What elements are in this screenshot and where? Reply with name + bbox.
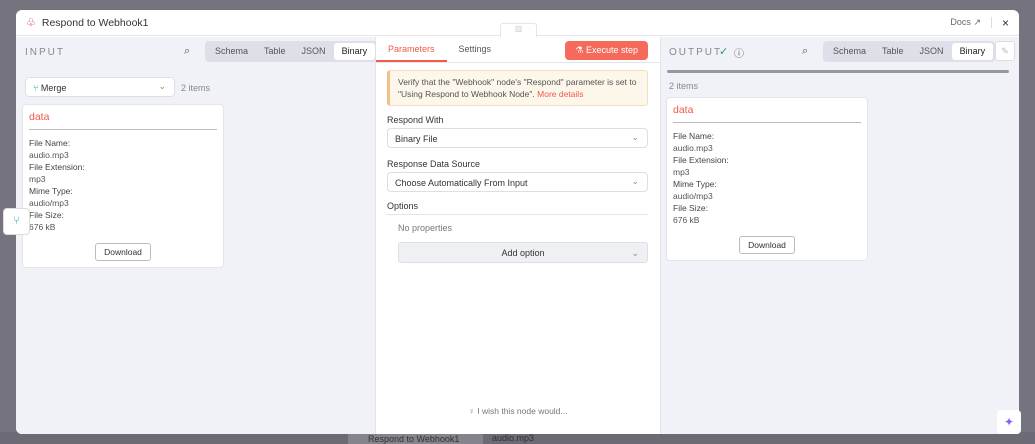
add-option-label: Add option <box>501 248 545 258</box>
respond-with-value: Binary File <box>395 134 438 144</box>
canvas-file-label: audio.mp3 <box>492 433 535 443</box>
field-value: audio/mp3 <box>673 191 713 201</box>
field-value: mp3 <box>29 174 46 184</box>
docs-link[interactable]: Docs ↗ <box>950 17 992 28</box>
field-value: audio.mp3 <box>29 150 69 160</box>
webhook-icon: ♧ <box>26 17 36 29</box>
input-node-select[interactable]: ⑂ Merge ⌄ <box>25 77 175 97</box>
field-label: Mime Type: <box>29 186 73 196</box>
node-select-value: Merge <box>40 83 67 93</box>
modal-title: Respond to Webhook1 <box>41 16 149 29</box>
webhook-notice: Verify that the "Webhook" node's "Respon… <box>387 70 648 106</box>
docs-label: Docs <box>950 17 971 27</box>
input-item-count: 2 items <box>181 83 211 93</box>
binary-key: data <box>29 111 217 130</box>
tab-schema[interactable]: Schema <box>207 43 256 60</box>
more-details-link[interactable]: More details <box>537 89 583 99</box>
data-source-select[interactable]: Choose Automatically From Input ⌄ <box>387 172 648 192</box>
tab-table[interactable]: Table <box>256 43 294 60</box>
input-binary-card: data File Name: audio.mp3 File Extension… <box>22 104 224 268</box>
parameters-panel: Parameters Settings ⚗ Execute step Verif… <box>376 37 660 434</box>
success-check-icon: ✓ <box>719 46 729 58</box>
notice-text: Verify that the "Webhook" node's "Respon… <box>398 77 637 99</box>
field-label: Mime Type: <box>673 179 717 189</box>
options-label: Options <box>387 201 648 215</box>
field-label: File Extension: <box>29 162 85 172</box>
panel-drag-handle[interactable]: ▥ <box>500 23 537 37</box>
tab-json[interactable]: JSON <box>294 43 334 60</box>
input-view-tabs: Schema Table JSON Binary <box>205 41 378 62</box>
feedback-link[interactable]: ♀ I wish this node would... <box>376 406 660 416</box>
execute-label: Execute step <box>585 45 638 55</box>
wish-text: I wish this node would... <box>477 406 568 416</box>
field-label: File Name: <box>29 138 71 148</box>
download-button[interactable]: Download <box>739 236 795 254</box>
search-icon[interactable]: ⌕ <box>802 45 808 58</box>
tab-table[interactable]: Table <box>874 43 912 60</box>
tab-binary[interactable]: Binary <box>333 43 376 60</box>
external-link-icon: ↗ <box>973 17 981 27</box>
pin-icon[interactable]: ✎ <box>995 41 1015 61</box>
field-value: mp3 <box>673 167 690 177</box>
chevron-down-icon: ⌄ <box>631 248 639 258</box>
merge-icon: ⑂ <box>33 83 39 93</box>
chevron-down-icon: ⌄ <box>158 81 166 91</box>
output-label: OUTPUT <box>669 47 723 58</box>
output-panel: OUTPUT ✓ ⓘ ⌕ Schema Table JSON Binary ✎ … <box>660 37 1019 434</box>
horizontal-scrollbar[interactable] <box>667 70 1009 73</box>
respond-with-select[interactable]: Binary File ⌄ <box>387 128 648 148</box>
node-modal: ♧ Respond to Webhook1 Docs ↗ × INPUT ⌕ S… <box>16 10 1019 434</box>
tab-binary[interactable]: Binary <box>951 43 994 60</box>
field-label: File Extension: <box>673 155 729 165</box>
binary-key: data <box>673 104 861 123</box>
chevron-down-icon: ⌄ <box>631 132 639 142</box>
field-value: audio/mp3 <box>29 198 69 208</box>
output-item-count: 2 items <box>669 81 699 91</box>
field-label: File Size: <box>673 203 708 213</box>
output-binary-card: data File Name: audio.mp3 File Extension… <box>666 97 868 261</box>
respond-with-label: Respond With <box>387 115 444 125</box>
field-value: audio.mp3 <box>673 143 713 153</box>
flask-icon: ⚗ <box>575 45 584 55</box>
tab-json[interactable]: JSON <box>912 43 952 60</box>
merge-node-button[interactable]: ⑂ <box>3 208 30 235</box>
input-label: INPUT <box>25 47 65 58</box>
field-label: File Size: <box>29 210 64 220</box>
input-panel: INPUT ⌕ Schema Table JSON Binary ⑂ Merge… <box>16 37 378 434</box>
download-button[interactable]: Download <box>95 243 151 261</box>
field-label: File Name: <box>673 131 715 141</box>
lightbulb-icon: ♀ <box>468 406 475 416</box>
output-view-tabs: Schema Table JSON Binary <box>823 41 996 62</box>
field-value: 676 kB <box>29 222 56 232</box>
execute-step-button[interactable]: ⚗ Execute step <box>565 41 648 60</box>
tab-settings[interactable]: Settings <box>447 44 504 62</box>
field-value: 676 kB <box>673 215 700 225</box>
data-source-label: Response Data Source <box>387 159 481 169</box>
info-icon[interactable]: ⓘ <box>734 45 744 60</box>
add-option-button[interactable]: Add option ⌄ <box>398 242 648 263</box>
data-source-value: Choose Automatically From Input <box>395 178 528 188</box>
tab-parameters[interactable]: Parameters <box>376 44 447 62</box>
close-button[interactable]: × <box>1002 16 1009 30</box>
tab-schema[interactable]: Schema <box>825 43 874 60</box>
no-properties-text: No properties <box>398 223 453 233</box>
search-icon[interactable]: ⌕ <box>184 45 190 58</box>
chevron-down-icon: ⌄ <box>631 176 639 186</box>
ai-assistant-button[interactable]: ✦ <box>997 410 1021 434</box>
